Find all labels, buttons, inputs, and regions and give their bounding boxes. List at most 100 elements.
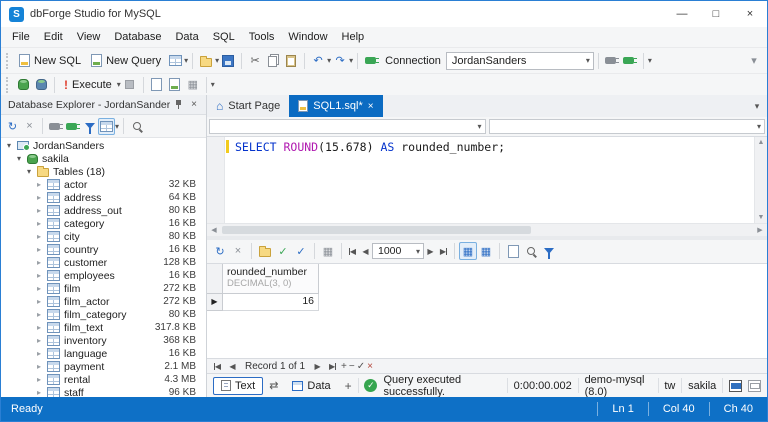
editor-horizontal-scrollbar[interactable]: ◀ ▶	[207, 222, 767, 236]
copy-button[interactable]	[264, 52, 282, 70]
cancel-edit-button[interactable]: ×	[367, 361, 373, 372]
grid-view-button[interactable]: ▦	[459, 242, 477, 261]
editor-combo-right[interactable]: ▾	[488, 119, 765, 134]
scroll-right-icon[interactable]: ▶	[753, 226, 767, 234]
redo-button[interactable]: ↷	[331, 52, 349, 70]
refresh-results-button[interactable]: ↻	[211, 242, 229, 260]
column-header[interactable]: rounded_number DECIMAL(3, 0)	[223, 263, 319, 294]
cancel-results-button[interactable]: ×	[229, 242, 247, 260]
append-record-button[interactable]: +	[341, 361, 347, 372]
menu-help[interactable]: Help	[335, 27, 372, 47]
expand-icon[interactable]: ▸	[35, 336, 43, 345]
new-sql-button[interactable]: New SQL	[14, 51, 86, 71]
expand-icon[interactable]: ▸	[35, 375, 43, 384]
undo-button[interactable]: ↶	[309, 52, 327, 70]
tree-item-table[interactable]: ▸ category 16 KB	[1, 217, 206, 230]
scroll-left-icon[interactable]: ◀	[207, 226, 221, 234]
scrollbar-thumb[interactable]	[222, 225, 531, 234]
expand-icon[interactable]: ▸	[35, 362, 43, 371]
menu-database[interactable]: Database	[107, 27, 168, 47]
open-button[interactable]	[197, 52, 215, 70]
tree-item-table[interactable]: ▸ address 64 KB	[1, 191, 206, 204]
menu-data[interactable]: Data	[168, 27, 205, 47]
execute-button[interactable]: ! Execute	[59, 75, 117, 95]
filter-button[interactable]	[81, 118, 98, 135]
menu-tools[interactable]: Tools	[242, 27, 282, 47]
row-selector[interactable]: ▶	[207, 293, 223, 311]
minimize-button[interactable]: —	[665, 1, 699, 27]
tree-item-table[interactable]: ▸ language 16 KB	[1, 347, 206, 360]
expand-icon[interactable]: ▸	[35, 232, 43, 241]
post-edit-button[interactable]: ✓	[357, 361, 365, 372]
expand-icon[interactable]: ▸	[35, 284, 43, 293]
tree-item-table[interactable]: ▸ film 272 KB	[1, 282, 206, 295]
paste-button[interactable]	[282, 52, 300, 70]
scroll-down-icon[interactable]: ▼	[758, 214, 765, 221]
database-sync-button[interactable]	[32, 76, 50, 94]
query-plan-button[interactable]	[166, 76, 184, 94]
tree-item-table[interactable]: ▸ inventory 368 KB	[1, 334, 206, 347]
tree-item-table[interactable]: ▸ film_category 80 KB	[1, 308, 206, 321]
expand-icon[interactable]: ▸	[35, 258, 43, 267]
prev-record-button[interactable]: ◀	[226, 360, 239, 373]
menu-file[interactable]: File	[5, 27, 37, 47]
next-record-button[interactable]: ▶	[311, 360, 324, 373]
validate-button[interactable]: ✓	[292, 242, 310, 260]
first-record-button[interactable]: ◀	[211, 360, 224, 373]
tab-start-page[interactable]: ⌂ Start Page	[207, 95, 289, 117]
new-object-dropdown[interactable]: ▾	[184, 56, 188, 65]
paging-view-button[interactable]: ▦	[477, 242, 495, 260]
menu-window[interactable]: Window	[281, 27, 334, 47]
explorer-close-button[interactable]: ×	[186, 97, 202, 113]
grid-corner[interactable]	[207, 263, 223, 294]
expand-icon[interactable]: ▸	[35, 388, 43, 397]
refresh-button[interactable]: ↻	[4, 118, 21, 135]
editor-vertical-scrollbar[interactable]: ▲ ▼	[754, 137, 767, 223]
add-view-button[interactable]: +	[345, 379, 352, 393]
redo-dropdown[interactable]: ▾	[349, 56, 353, 65]
save-button[interactable]	[219, 52, 237, 70]
tree-item-database[interactable]: ▾ sakila	[1, 152, 206, 165]
view-mode-button[interactable]	[98, 117, 115, 135]
stop-button[interactable]	[121, 76, 139, 94]
expand-icon[interactable]: ▸	[35, 297, 43, 306]
expand-icon[interactable]: ▸	[35, 310, 43, 319]
commit-button[interactable]: ✓	[274, 242, 292, 260]
menu-sql[interactable]: SQL	[206, 27, 242, 47]
tree-item-table[interactable]: ▸ film_text 317.8 KB	[1, 321, 206, 334]
collapse-icon[interactable]: ▾	[15, 154, 23, 163]
scroll-up-icon[interactable]: ▲	[758, 139, 765, 146]
data-view-tab[interactable]: Data	[284, 377, 338, 395]
tree-item-table[interactable]: ▸ employees 16 KB	[1, 269, 206, 282]
next-page-button[interactable]: ▶	[424, 245, 437, 258]
toolbar-grip[interactable]	[6, 52, 10, 69]
menu-edit[interactable]: Edit	[37, 27, 70, 47]
single-layout-icon[interactable]	[729, 379, 743, 392]
query-profiler-button[interactable]	[148, 76, 166, 94]
connection-combobox[interactable]: JordanSanders ▾	[445, 51, 594, 70]
apply-changes-button[interactable]	[256, 242, 274, 260]
editor-combo-left[interactable]: ▾	[209, 119, 486, 134]
page-size-combobox[interactable]: 1000 ▾	[372, 243, 424, 260]
first-page-button[interactable]: ◀	[346, 245, 359, 258]
expand-icon[interactable]: ▸	[35, 219, 43, 228]
grid-data-row[interactable]: ▶ 16	[207, 293, 767, 311]
disconnect-button[interactable]: ×	[21, 118, 38, 135]
close-button[interactable]: ×	[733, 1, 767, 27]
tree-item-table[interactable]: ▸ film_actor 272 KB	[1, 295, 206, 308]
filter-results-button[interactable]	[540, 242, 558, 260]
menu-view[interactable]: View	[70, 27, 108, 47]
grid-cell[interactable]: 16	[223, 293, 319, 311]
tree-item-table[interactable]: ▸ country 16 KB	[1, 243, 206, 256]
last-page-button[interactable]: ▶	[437, 245, 450, 258]
tree-item-table[interactable]: ▸ address_out 80 KB	[1, 204, 206, 217]
sql-editor[interactable]: SELECT ROUND(15.678) AS rounded_number; …	[207, 136, 767, 223]
database-refresh-button[interactable]	[14, 76, 32, 94]
tree-item-table[interactable]: ▸ staff 96 KB	[1, 386, 206, 397]
swap-view-icon[interactable]: ⇄	[269, 379, 278, 392]
tree-item-tables-folder[interactable]: ▾ Tables (18)	[1, 165, 206, 178]
tab-sql1[interactable]: SQL1.sql* ×	[289, 95, 383, 117]
card-view-button[interactable]	[504, 242, 522, 260]
connect-button[interactable]	[64, 118, 81, 135]
new-object-button[interactable]	[166, 52, 184, 70]
